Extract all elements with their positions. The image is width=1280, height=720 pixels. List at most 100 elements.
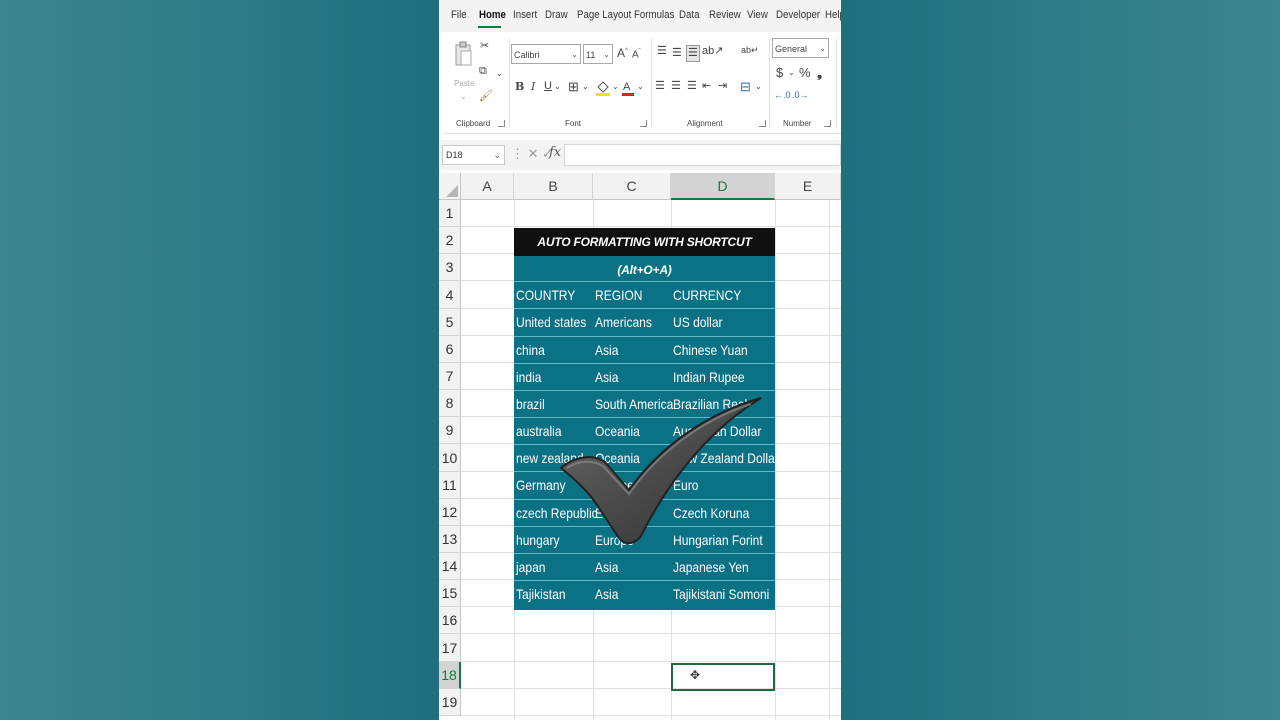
italic-icon[interactable]: I	[531, 81, 535, 92]
table-cell[interactable]: japan	[516, 554, 545, 581]
row-header-4[interactable]: 4	[439, 281, 461, 309]
copy-dropdown-icon[interactable]: ⌄	[496, 70, 503, 78]
row-header-8[interactable]: 8	[439, 390, 461, 417]
table-header-cell[interactable]: COUNTRY	[516, 282, 575, 309]
underline-dropdown-icon[interactable]: ⌄	[554, 83, 561, 91]
table-cell[interactable]: Tajikistan	[516, 581, 566, 608]
table-cell[interactable]: india	[516, 364, 541, 391]
table-cell[interactable]: Asia	[595, 581, 618, 608]
align-right-icon[interactable]: ☰	[687, 81, 697, 92]
fill-color-icon[interactable]	[595, 79, 611, 97]
column-header-d[interactable]: D	[671, 173, 775, 200]
select-all-corner[interactable]	[439, 173, 461, 200]
insert-function-icon[interactable]: fx	[549, 145, 561, 160]
row-header-16[interactable]: 16	[439, 607, 461, 634]
column-header-a[interactable]: A	[461, 173, 514, 200]
tab-draw[interactable]: Draw	[545, 9, 568, 21]
row-header-7[interactable]: 7	[439, 363, 461, 390]
percent-icon[interactable]: %	[799, 66, 811, 79]
formula-cancel-enter-icons[interactable]: ⋮ ✕ ✓	[511, 146, 553, 162]
row-header-19[interactable]: 19	[439, 689, 461, 716]
wrap-text-icon[interactable]: ab↵	[741, 46, 759, 55]
formula-input[interactable]	[564, 144, 841, 166]
copy-icon[interactable]: ⧉	[479, 66, 487, 77]
row-header-15[interactable]: 15	[439, 580, 461, 607]
align-center-icon[interactable]: ☰	[671, 81, 681, 92]
table-cell[interactable]: United states	[516, 309, 586, 336]
increase-indent-icon[interactable]: ⇥	[718, 81, 727, 92]
column-header-c[interactable]: C	[593, 173, 671, 200]
number-launcher-icon[interactable]	[824, 120, 831, 127]
underline-icon[interactable]: U	[544, 81, 552, 92]
row-header-6[interactable]: 6	[439, 336, 461, 363]
row-header-1[interactable]: 1	[439, 200, 461, 227]
row-header-2[interactable]: 2	[439, 227, 461, 254]
row-header-12[interactable]: 12	[439, 499, 461, 526]
paste-dropdown-icon[interactable]: ⌄	[460, 93, 467, 101]
bold-icon[interactable]: B	[515, 81, 524, 92]
active-cell-d18[interactable]	[671, 663, 775, 691]
increase-decimal-icon[interactable]: ←.0	[774, 91, 791, 100]
row-header-17[interactable]: 17	[439, 634, 461, 662]
format-painter-icon[interactable]: 🖌	[479, 91, 493, 102]
tab-file[interactable]: File	[451, 9, 467, 21]
tab-formulas[interactable]: Formulas	[634, 9, 674, 21]
orientation-icon[interactable]: ab↗	[702, 46, 723, 57]
font-color-icon[interactable]: A	[621, 79, 635, 97]
row-header-13[interactable]: 13	[439, 526, 461, 553]
table-header-cell[interactable]: CURRENCY	[673, 282, 741, 309]
align-top-icon[interactable]: ☰	[657, 46, 667, 57]
tab-help[interactable]: Help	[825, 9, 841, 21]
font-name-select[interactable]: Calibri ⌄	[511, 44, 581, 64]
decrease-decimal-icon[interactable]: .0→	[792, 91, 809, 100]
clipboard-launcher-icon[interactable]	[498, 120, 505, 127]
column-header-b[interactable]: B	[514, 173, 593, 200]
paste-icon[interactable]	[454, 41, 474, 69]
name-box[interactable]: D18 ⌄	[442, 145, 505, 165]
row-header-5[interactable]: 5	[439, 309, 461, 336]
tab-developer[interactable]: Developer	[776, 9, 820, 21]
table-cell[interactable]: Japanese Yen	[673, 554, 749, 581]
table-cell[interactable]: Americans	[595, 309, 652, 336]
align-left-icon[interactable]: ☰	[655, 81, 665, 92]
table-cell[interactable]: Indian Rupee	[673, 364, 745, 391]
borders-dropdown-icon[interactable]: ⌄	[582, 83, 589, 91]
table-header-cell[interactable]: REGION	[595, 282, 643, 309]
row-header-10[interactable]: 10	[439, 444, 461, 472]
table-cell[interactable]: hungary	[516, 527, 560, 554]
row-header-14[interactable]: 14	[439, 553, 461, 580]
font-color-dropdown-icon[interactable]: ⌄	[637, 83, 644, 91]
decrease-font-icon[interactable]: Aˇ	[632, 49, 641, 60]
table-cell[interactable]: Tajikistani Somoni	[673, 581, 769, 608]
fill-color-dropdown-icon[interactable]: ⌄	[612, 83, 619, 91]
table-cell[interactable]: US dollar	[673, 309, 723, 336]
align-middle-icon[interactable]: ☰	[672, 48, 682, 59]
table-cell[interactable]: Asia	[595, 337, 618, 364]
decrease-indent-icon[interactable]: ⇤	[702, 81, 711, 92]
align-bottom-icon[interactable]: ☰	[686, 45, 700, 62]
row-header-18[interactable]: 18	[439, 662, 461, 689]
borders-icon[interactable]: ⊞	[568, 80, 579, 93]
row-header-11[interactable]: 11	[439, 472, 461, 499]
number-format-select[interactable]: General ⌄	[772, 38, 829, 58]
tab-review[interactable]: Review	[709, 9, 741, 21]
currency-icon[interactable]: $	[776, 66, 783, 79]
table-cell[interactable]: brazil	[516, 391, 545, 418]
tab-insert[interactable]: Insert	[513, 9, 537, 21]
font-launcher-icon[interactable]	[640, 120, 647, 127]
merge-center-icon[interactable]: ⊟	[740, 80, 751, 93]
table-cell[interactable]: Asia	[595, 554, 618, 581]
font-size-select[interactable]: 11 ⌄	[583, 44, 613, 64]
table-cell[interactable]: china	[516, 337, 545, 364]
table-cell[interactable]: Asia	[595, 364, 618, 391]
increase-font-icon[interactable]: A^	[617, 47, 628, 59]
tab-page-layout[interactable]: Page Layout	[577, 9, 631, 21]
row-header-3[interactable]: 3	[439, 254, 461, 281]
tab-view[interactable]: View	[747, 9, 768, 21]
tab-data[interactable]: Data	[679, 9, 699, 21]
tab-home[interactable]: Home	[479, 9, 506, 21]
cut-icon[interactable]: ✂	[480, 41, 489, 52]
row-header-9[interactable]: 9	[439, 417, 461, 444]
table-cell[interactable]: Chinese Yuan	[673, 337, 748, 364]
column-header-e[interactable]: E	[775, 173, 841, 200]
